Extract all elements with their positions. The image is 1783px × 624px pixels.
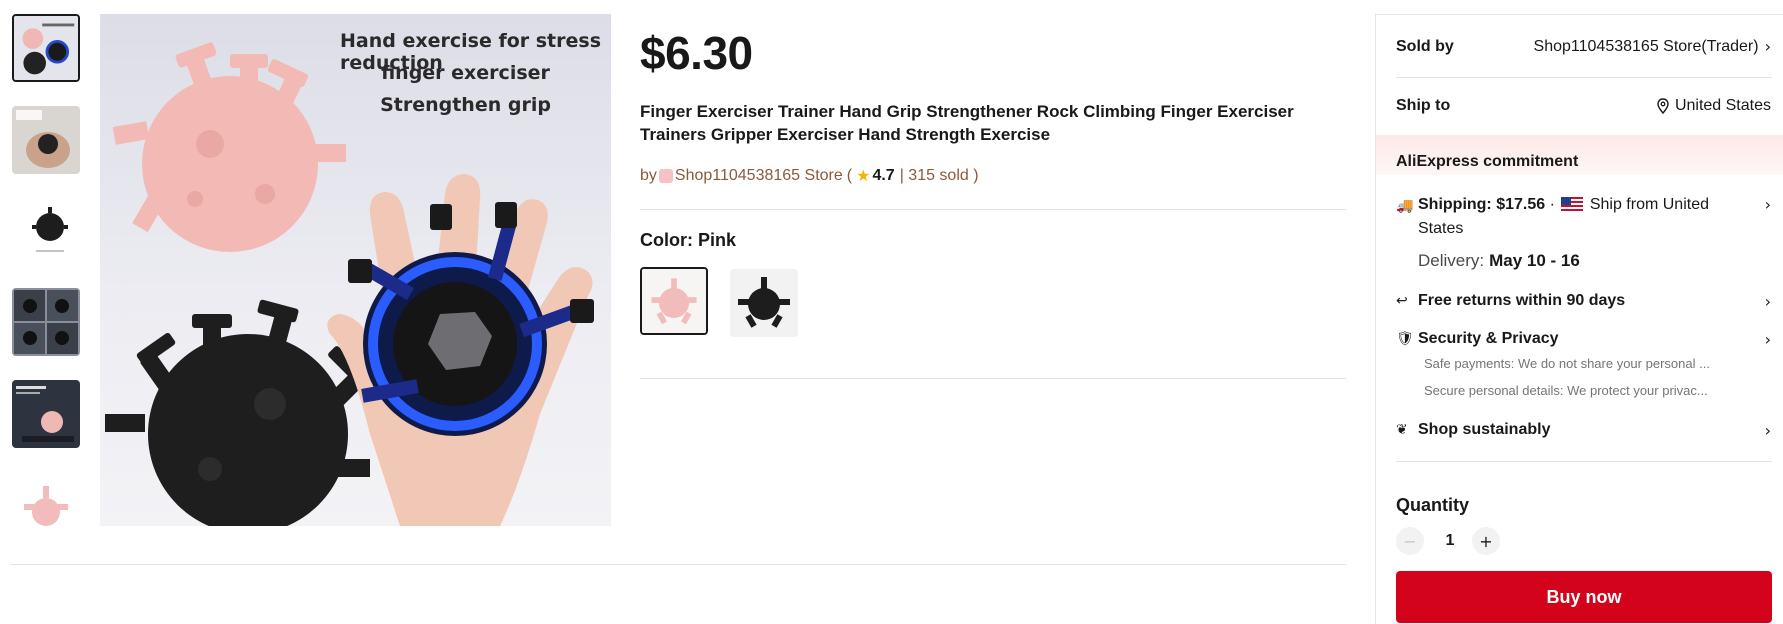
sold-by-label: Sold by (1396, 37, 1454, 55)
main-image-caption-2: finger exerciser (381, 62, 550, 84)
thumbnail-strip (10, 14, 82, 526)
thumbnail-6-image (12, 472, 80, 526)
security-title: Security & Privacy (1418, 330, 1559, 347)
thumbnail-3[interactable] (12, 197, 80, 265)
thumbnail-2-image (12, 106, 80, 174)
shipping-separator: · (1549, 196, 1555, 213)
thumbnail-5[interactable] (12, 380, 80, 448)
divider-top (640, 209, 1346, 210)
by-label: by (640, 167, 657, 184)
product-title: Finger Exerciser Trainer Hand Grip Stren… (640, 102, 1294, 144)
security-row[interactable]: 🛡 Security & Privacy › (1396, 330, 1771, 349)
location-pin-icon (1657, 98, 1669, 114)
delivery-row: Delivery: May 10 - 16 (1418, 251, 1771, 271)
color-label: Color: Pink (640, 230, 736, 251)
chevron-right-icon: › (1764, 37, 1771, 56)
security-detail-1: Safe payments: We do not share your pers… (1424, 356, 1710, 371)
star-icon: ★ (856, 168, 871, 185)
color-swatch-pink[interactable] (640, 267, 708, 335)
return-box-icon: ↩ (1396, 293, 1408, 309)
rating-open-paren: ( (846, 167, 853, 184)
free-returns-text: Free returns within 90 days (1418, 292, 1626, 309)
thumbnail-4-image (12, 288, 80, 356)
chevron-right-icon: › (1764, 421, 1771, 440)
divider-bottom (10, 564, 1346, 565)
main-product-image[interactable]: Hand exercise for stress reduction finge… (100, 14, 611, 526)
store-link[interactable]: Shop1104538165 Store (675, 167, 843, 185)
thumbnail-4[interactable] (12, 288, 80, 356)
leaf-icon: ❦ (1396, 422, 1408, 438)
shield-check-icon: 🛡 (1396, 331, 1414, 347)
thumbnail-1[interactable] (12, 14, 80, 82)
us-flag-icon (1561, 197, 1584, 211)
sold-by-value: Shop1104538165 Store(Trader) (1533, 37, 1759, 55)
ship-to-label: Ship to (1396, 97, 1451, 114)
ship-to-value: United States (1674, 97, 1771, 114)
color-label-text: Color: (640, 230, 693, 250)
chevron-right-icon: › (1764, 292, 1771, 311)
pink-ball-swatch-image (642, 269, 706, 333)
quantity-decrease-button[interactable]: − (1396, 527, 1424, 555)
rating-value: 4.7 (872, 167, 895, 184)
quantity-value[interactable]: 1 (1438, 532, 1462, 550)
store-line: by Shop1104538165 Store ( ★ 4.7 | 315 so… (640, 166, 979, 186)
buy-now-button[interactable]: Buy now (1396, 571, 1772, 623)
color-value: Pink (698, 230, 737, 250)
ship-to-row[interactable]: Ship to United States (1396, 97, 1771, 115)
sold-count: | 315 sold ) (899, 167, 979, 184)
shipping-row[interactable]: 🚚 Shipping: $17.56 · Ship from United St… (1396, 193, 1771, 241)
shipping-price: Shipping: $17.56 (1418, 196, 1546, 213)
quantity-increase-button[interactable]: + (1472, 527, 1500, 555)
sustainably-text: Shop sustainably (1418, 421, 1551, 438)
commitment-title: AliExpress commitment (1396, 153, 1579, 170)
thumbnail-1-image (14, 16, 78, 80)
thumbnail-3-image (12, 197, 80, 265)
panel-divider-2 (1396, 461, 1772, 462)
store-logo-icon (658, 169, 673, 183)
main-image-caption-3: Strengthen grip (380, 94, 551, 116)
thumbnail-2[interactable] (12, 106, 80, 174)
chevron-right-icon: › (1764, 330, 1771, 349)
security-detail-2: Secure personal details: We protect your… (1424, 383, 1708, 398)
delivery-label: Delivery: (1418, 251, 1485, 270)
quantity-label: Quantity (1396, 495, 1470, 515)
chevron-right-icon: › (1764, 195, 1771, 214)
thumbnail-6[interactable] (12, 472, 80, 526)
product-price: $6.30 (640, 27, 753, 79)
delivery-value: May 10 - 16 (1489, 251, 1580, 270)
purchase-panel: Sold by Shop1104538165 Store(Trader) › S… (1375, 14, 1783, 624)
panel-divider-1 (1396, 77, 1772, 78)
black-ball-swatch-image (730, 269, 798, 337)
sustainably-row[interactable]: ❦ Shop sustainably › (1396, 421, 1771, 440)
free-returns-row[interactable]: ↩ Free returns within 90 days › (1396, 292, 1771, 311)
color-swatch-black[interactable] (730, 269, 798, 337)
product-photo-illustration (105, 42, 594, 526)
thumbnail-5-image (12, 380, 80, 448)
divider-middle (640, 378, 1346, 379)
truck-icon: 🚚 (1396, 198, 1414, 214)
sold-by-row[interactable]: Sold by Shop1104538165 Store(Trader) › (1396, 37, 1771, 56)
